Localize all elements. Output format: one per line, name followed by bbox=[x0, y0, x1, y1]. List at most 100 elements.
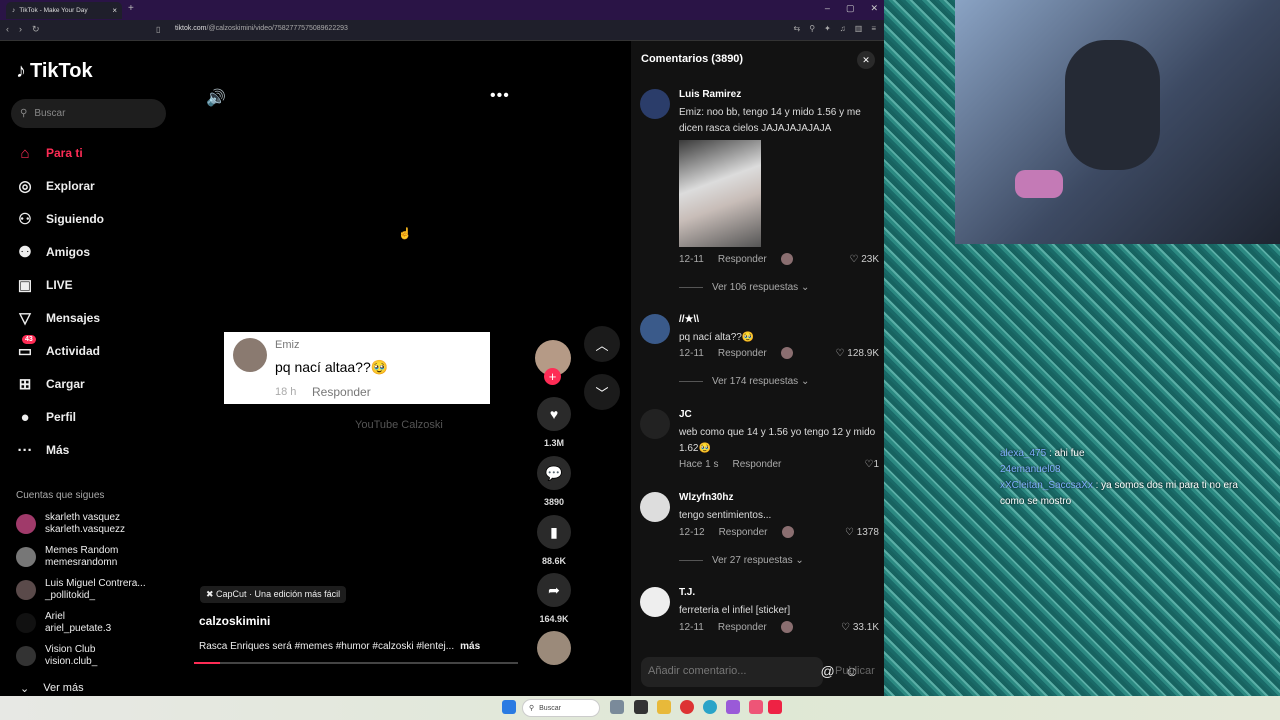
publish-button[interactable]: Publicar bbox=[835, 665, 875, 677]
sidebar-item-para-ti[interactable]: ⌂ Para ti bbox=[16, 143, 83, 163]
view-replies-button[interactable]: Ver 106 respuestas ⌄ bbox=[679, 282, 809, 293]
comment-image[interactable] bbox=[679, 140, 761, 247]
progress-bar[interactable] bbox=[194, 662, 518, 664]
comment-input[interactable]: Añadir comentario... @ ☺ bbox=[641, 657, 859, 687]
account-item[interactable]: skarleth vasquez skarleth.vasquezz bbox=[16, 512, 125, 536]
sidebar-item-actividad[interactable]: ▭ 43 Actividad bbox=[16, 335, 100, 361]
see-more-button[interactable]: ⌄ Ver más bbox=[20, 682, 84, 695]
comment-like-button[interactable]: ♡1 bbox=[864, 459, 879, 470]
avatar[interactable] bbox=[640, 409, 670, 439]
sidebar-item-explorar[interactable]: ◎ Explorar bbox=[16, 176, 94, 196]
comment-author[interactable]: //★\\ bbox=[679, 314, 699, 325]
avatar[interactable] bbox=[640, 314, 670, 344]
avatar bbox=[16, 580, 36, 600]
chrome-icon[interactable] bbox=[680, 700, 694, 714]
extension-icon[interactable]: ✦ bbox=[824, 24, 831, 33]
comment-like-button[interactable]: ♡ 1378 bbox=[845, 527, 879, 538]
sidebar-icon[interactable]: ▥ bbox=[855, 24, 863, 33]
progress-fill bbox=[194, 662, 220, 664]
bookmark-icon[interactable]: ▯ bbox=[156, 25, 160, 34]
next-video-button[interactable]: ﹀ bbox=[584, 374, 620, 410]
account-item[interactable]: Vision Club vision.club_ bbox=[16, 644, 97, 668]
sidebar-item-amigos[interactable]: ⚉ Amigos bbox=[16, 242, 90, 262]
maximize-icon[interactable]: ▢ bbox=[846, 3, 855, 14]
zoom-icon[interactable]: ⚲ bbox=[809, 24, 815, 33]
task-view-icon[interactable] bbox=[634, 700, 648, 714]
volume-icon[interactable]: 🔊 bbox=[206, 88, 226, 108]
reply-button[interactable]: Responder bbox=[718, 348, 767, 359]
avatar bbox=[16, 646, 36, 666]
microphone-light bbox=[1015, 170, 1063, 198]
sidebar-item-siguiendo[interactable]: ⚇ Siguiendo bbox=[16, 209, 104, 229]
reply-button[interactable]: Responder bbox=[718, 254, 767, 265]
sidebar-item-mensajes[interactable]: ▽ Mensajes bbox=[16, 308, 100, 328]
comment-button[interactable]: 💬 3890 bbox=[537, 456, 571, 507]
comment-author[interactable]: T.J. bbox=[679, 587, 695, 598]
back-icon[interactable]: ‹ bbox=[6, 24, 9, 35]
menu-icon[interactable]: ≡ bbox=[871, 24, 876, 33]
brave-icon[interactable] bbox=[768, 700, 782, 714]
account-name: skarleth vasquez bbox=[45, 512, 121, 523]
app-icon[interactable] bbox=[749, 700, 763, 714]
like-count: 1378 bbox=[856, 526, 879, 538]
tiktok-logo[interactable]: ♪ TikTok bbox=[16, 60, 93, 83]
sidebar-item-perfil[interactable]: ● Perfil bbox=[16, 407, 76, 427]
comment-author[interactable]: Wlzyfn30hz bbox=[679, 492, 733, 503]
previous-video-button[interactable]: ︿ bbox=[584, 326, 620, 362]
url-field[interactable]: tiktok.com/@calzoskimini/video/758277757… bbox=[175, 25, 348, 32]
browser-tab[interactable]: ♪ TikTok - Make Your Day × bbox=[6, 2, 122, 19]
like-button[interactable]: ♥ 1.3M bbox=[537, 397, 571, 448]
capcut-badge[interactable]: ✖ CapCut · Una edición más fácil bbox=[200, 586, 347, 603]
view-replies-button[interactable]: Ver 27 respuestas ⌄ bbox=[679, 555, 804, 566]
new-tab-icon[interactable]: + bbox=[128, 3, 134, 14]
view-replies-button[interactable]: Ver 174 respuestas ⌄ bbox=[679, 376, 809, 387]
windows-start-icon[interactable] bbox=[502, 700, 516, 714]
comment-date: 12-11 bbox=[679, 253, 704, 265]
video-player[interactable]: 🔊 ••• ☝ Emiz pq nací altaa??🥹 18 h Respo… bbox=[180, 41, 630, 696]
edge-icon[interactable] bbox=[703, 700, 717, 714]
comment-like-button[interactable]: ♡ 33.1K bbox=[841, 622, 879, 633]
comment-like-button[interactable]: ♡ 128.9K bbox=[836, 348, 879, 359]
sidebar-item-mas[interactable]: ··· Más bbox=[16, 440, 70, 460]
options-icon[interactable]: ••• bbox=[490, 87, 510, 105]
comment-like-button[interactable]: ♡ 23K bbox=[849, 254, 879, 265]
search-input[interactable]: ⚲ Buscar bbox=[11, 99, 166, 128]
more-link[interactable]: más bbox=[460, 641, 480, 652]
music-icon[interactable]: ♫ bbox=[840, 24, 846, 33]
account-item[interactable]: Memes Random memesrandomn bbox=[16, 545, 118, 569]
translate-icon[interactable]: ⇆ bbox=[794, 24, 801, 33]
app-icon[interactable] bbox=[726, 700, 740, 714]
sidebar-item-cargar[interactable]: ⊞ Cargar bbox=[16, 374, 85, 394]
avatar[interactable] bbox=[640, 587, 670, 617]
comment-author[interactable]: JC bbox=[679, 409, 692, 420]
search-icon: ⚲ bbox=[20, 108, 28, 119]
minimize-icon[interactable]: – bbox=[825, 3, 830, 14]
avatar[interactable] bbox=[640, 492, 670, 522]
comment-date: 12-12 bbox=[679, 526, 705, 538]
reply-button[interactable]: Responder bbox=[718, 622, 767, 633]
sidebar-item-live[interactable]: ▣ LIVE bbox=[16, 275, 73, 295]
comment-author[interactable]: Luis Ramirez bbox=[679, 89, 741, 100]
file-explorer-icon[interactable] bbox=[657, 700, 671, 714]
reload-icon[interactable]: ↻ bbox=[32, 24, 40, 35]
account-item[interactable]: Ariel ariel_puetate.3 bbox=[16, 611, 111, 635]
taskbar-search[interactable]: ⚲ Buscar bbox=[522, 699, 600, 717]
close-comments-icon[interactable]: ✕ bbox=[857, 51, 875, 69]
account-item[interactable]: Luis Miguel Contrera... _pollitokid_ bbox=[16, 578, 146, 602]
avatar[interactable] bbox=[640, 89, 670, 119]
video-author[interactable]: calzoskimini bbox=[199, 614, 270, 628]
forward-icon[interactable]: › bbox=[19, 24, 22, 35]
save-button[interactable]: ▮ 88.6K bbox=[537, 515, 571, 566]
capcut-icon: ✖ bbox=[206, 589, 217, 599]
mention-icon[interactable]: @ bbox=[820, 663, 834, 679]
follow-plus-icon[interactable]: + bbox=[544, 368, 561, 385]
close-tab-icon[interactable]: × bbox=[112, 6, 117, 15]
sidebar-item-label: Para ti bbox=[46, 146, 83, 160]
reply-button[interactable]: Responder bbox=[732, 459, 781, 470]
reply-button[interactable]: Responder bbox=[719, 527, 768, 538]
widgets-icon[interactable] bbox=[610, 700, 624, 714]
share-button[interactable]: ➦ 164.9K bbox=[537, 573, 571, 624]
chevron-down-icon: ﹀ bbox=[595, 385, 609, 401]
music-disc-icon[interactable] bbox=[537, 631, 571, 665]
close-window-icon[interactable]: ✕ bbox=[870, 3, 878, 14]
